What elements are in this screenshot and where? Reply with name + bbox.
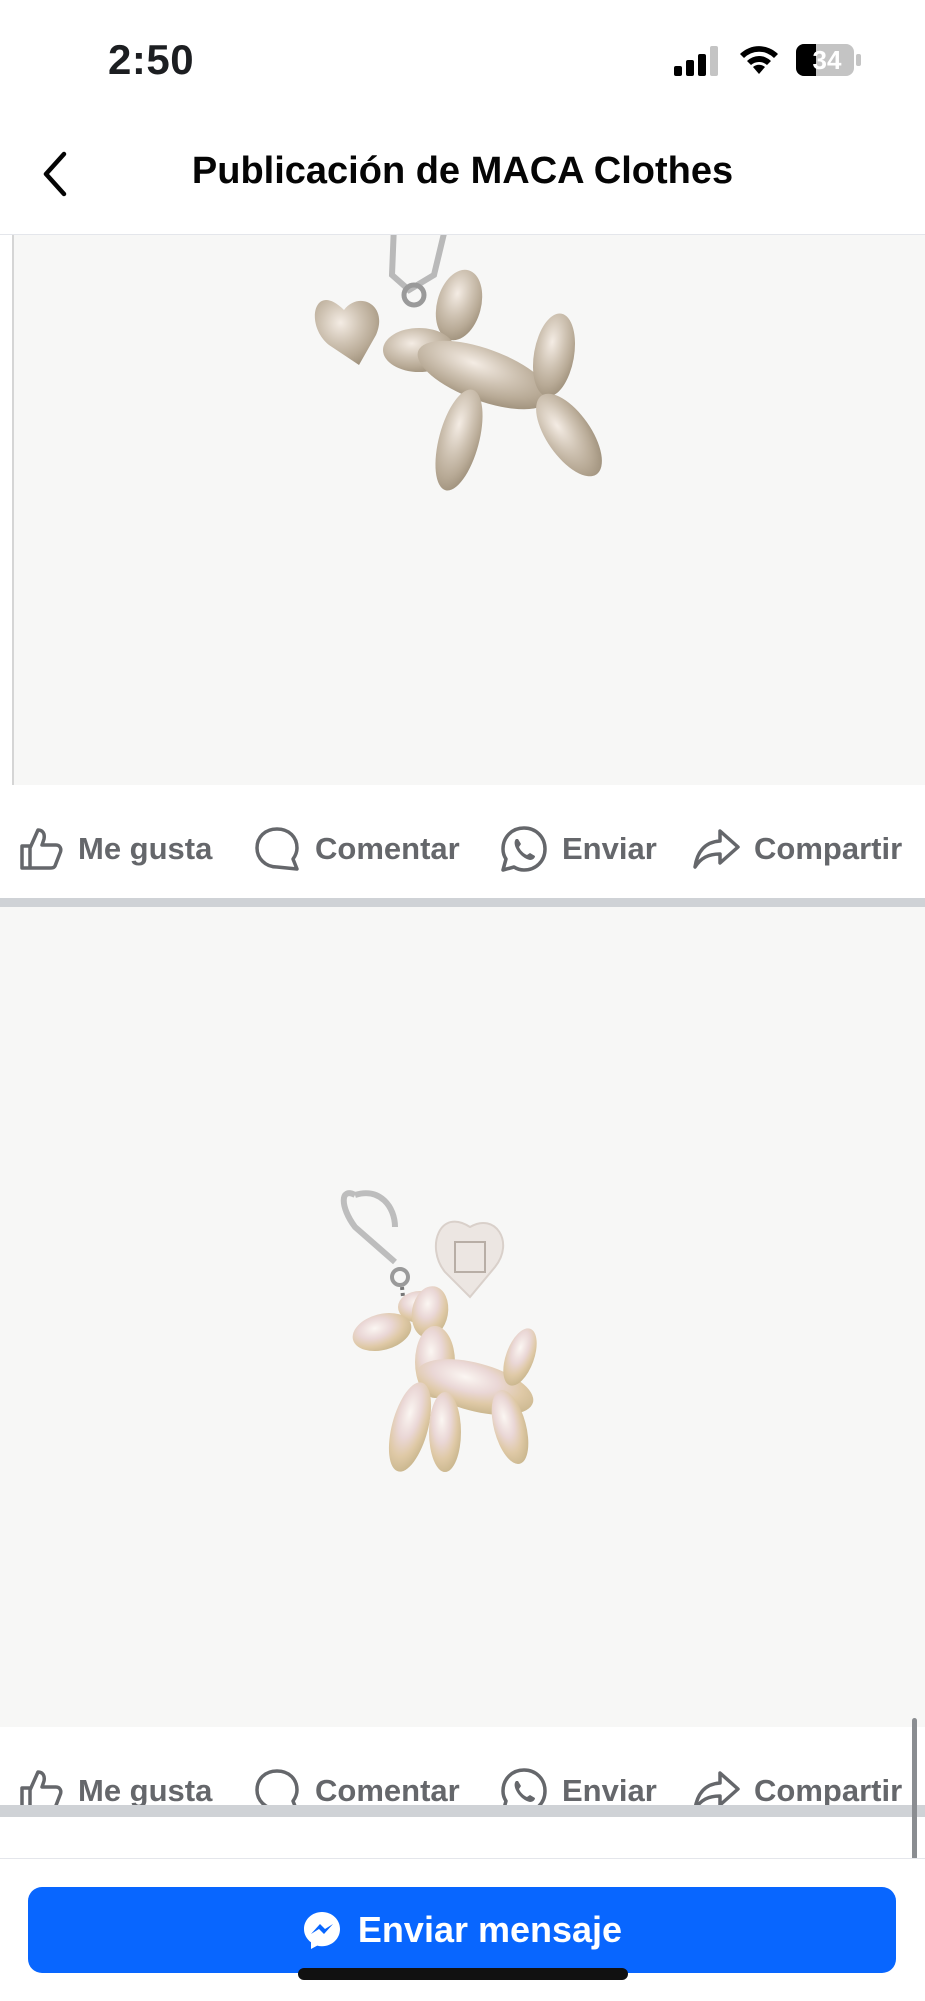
- send-label: Enviar: [562, 1773, 657, 1808]
- home-indicator: [298, 1968, 628, 1980]
- share-label: Compartir: [754, 1773, 903, 1808]
- like-button[interactable]: Me gusta: [18, 823, 212, 875]
- send-button[interactable]: Enviar: [500, 823, 657, 875]
- post-actions: Me gusta Comentar Enviar Compartir: [0, 795, 925, 905]
- status-bar: 2:50 34: [0, 0, 925, 120]
- status-time: 2:50: [108, 36, 195, 83]
- comment-bubble-icon: [255, 827, 299, 871]
- send-message-button[interactable]: Enviar mensaje: [28, 1887, 896, 1973]
- balloon-dog-keychain-image: [314, 235, 602, 491]
- send-message-label: Enviar mensaje: [357, 1909, 623, 1950]
- share-button[interactable]: Compartir: [692, 823, 902, 875]
- share-arrow-icon: [693, 829, 740, 869]
- post-photo[interactable]: [12, 235, 925, 785]
- post-divider: [0, 898, 925, 907]
- post-photo[interactable]: [0, 907, 925, 1727]
- like-label: Me gusta: [78, 831, 213, 866]
- comment-label: Comentar: [315, 831, 460, 866]
- wifi-icon: [740, 46, 778, 74]
- scrollbar[interactable]: [912, 1718, 917, 1860]
- thumbs-up-icon: [20, 828, 63, 870]
- post-divider: [0, 1805, 925, 1817]
- send-label: Enviar: [562, 831, 657, 866]
- top-bar: Publicación de MACA Clothes: [0, 120, 925, 235]
- like-label: Me gusta: [78, 1773, 213, 1808]
- battery-level: 34: [812, 45, 842, 75]
- cellular-signal-icon: [674, 46, 718, 76]
- messenger-icon: [303, 1912, 340, 1949]
- post-actions: Me gusta Comentar Enviar Compartir: [0, 1737, 925, 1847]
- comment-button[interactable]: Comentar: [253, 823, 460, 875]
- share-label: Compartir: [754, 831, 903, 866]
- comment-label: Comentar: [315, 1773, 460, 1808]
- whatsapp-icon: [501, 826, 547, 872]
- page-title: Publicación de MACA Clothes: [191, 150, 734, 192]
- balloon-dog-keychain-image: [340, 1190, 537, 1472]
